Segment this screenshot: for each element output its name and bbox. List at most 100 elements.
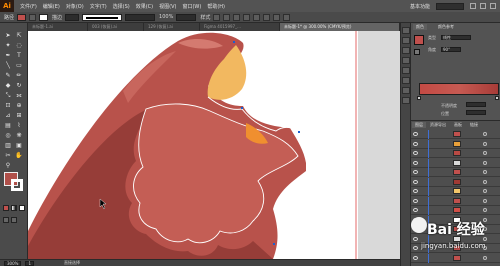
target-circle-icon[interactable] xyxy=(483,132,487,136)
visibility-eye-icon[interactable] xyxy=(413,189,418,193)
align-icon[interactable] xyxy=(233,13,241,21)
tab-asset-export[interactable]: 资源导出 xyxy=(427,122,449,128)
visibility-eye-icon[interactable] xyxy=(413,160,418,165)
transparency-panel-icon[interactable] xyxy=(402,87,410,94)
magic-wand-tool-icon[interactable]: ✦ xyxy=(4,42,12,49)
target-circle-icon[interactable] xyxy=(483,189,487,193)
perspective-tool-icon[interactable]: ⊿ xyxy=(4,112,12,119)
brush-definition-field[interactable] xyxy=(125,13,156,21)
target-circle-icon[interactable] xyxy=(483,151,487,155)
arrange-icon[interactable] xyxy=(263,13,271,21)
screen-mode-icon[interactable] xyxy=(11,217,17,223)
tab-document-active[interactable]: 未标题-1* @ 300.00% (CMYK/预览) xyxy=(280,23,400,31)
draw-mode-icon[interactable] xyxy=(3,217,9,223)
hand-tool-icon[interactable]: ✋ xyxy=(15,152,23,159)
line-tool-icon[interactable]: ╲ xyxy=(4,62,12,69)
anchor-point[interactable] xyxy=(298,131,300,133)
angle-field[interactable]: 90° xyxy=(441,47,461,52)
target-circle-icon[interactable] xyxy=(483,198,487,203)
fill-swatch-control[interactable] xyxy=(17,13,27,21)
stroke-weight-field[interactable] xyxy=(65,13,80,21)
menu-file[interactable]: 文件(F) xyxy=(20,3,37,10)
visibility-eye-icon[interactable] xyxy=(413,170,418,174)
appearance-panel-icon[interactable] xyxy=(402,97,410,104)
target-circle-icon[interactable] xyxy=(483,141,487,146)
maximize-icon[interactable] xyxy=(480,3,486,9)
eyedropper-tool-icon[interactable]: ⌇ xyxy=(15,122,23,129)
opacity-field[interactable] xyxy=(176,13,197,21)
reverse-gradient-icon[interactable] xyxy=(414,49,420,55)
gradient-slider[interactable] xyxy=(419,83,499,95)
tab-color[interactable]: 颜色 xyxy=(413,24,427,30)
transform-icon[interactable] xyxy=(243,13,251,21)
gradient-type-dropdown[interactable]: 线性 xyxy=(441,35,471,40)
visibility-eye-icon[interactable] xyxy=(413,198,418,203)
swatches-panel-icon[interactable] xyxy=(402,37,410,44)
visibility-eye-icon[interactable] xyxy=(413,151,418,155)
eraser-tool-icon[interactable]: ◆ xyxy=(4,82,12,89)
stroke-color-swatch[interactable] xyxy=(11,179,23,191)
gradient-stop-right[interactable] xyxy=(495,96,499,100)
tab-document-4[interactable]: Figma 4015997_... xyxy=(200,23,280,31)
type-tool-icon[interactable]: T xyxy=(15,52,23,59)
gradient-panel-icon[interactable] xyxy=(402,77,410,84)
tab-document-2[interactable]: 003 (恢复).ai xyxy=(88,23,144,31)
menu-select[interactable]: 选择(S) xyxy=(113,3,130,10)
target-circle-icon[interactable] xyxy=(483,179,487,184)
visibility-eye-icon[interactable] xyxy=(413,141,418,146)
opacity-field-panel[interactable] xyxy=(466,102,486,107)
artwork[interactable] xyxy=(28,31,400,259)
layer-row[interactable] xyxy=(411,149,500,158)
gradient-mode-icon[interactable] xyxy=(11,205,17,211)
zoom-tool-icon[interactable]: ⚲ xyxy=(4,162,12,169)
color-mode-icon[interactable] xyxy=(3,205,9,211)
symbols-panel-icon[interactable] xyxy=(402,57,410,64)
close-icon[interactable] xyxy=(490,3,496,9)
menu-window[interactable]: 窗口(W) xyxy=(182,3,201,10)
free-transform-tool-icon[interactable]: ⊡ xyxy=(4,102,12,109)
tab-artboards[interactable]: 画板 xyxy=(451,122,465,128)
app-logo[interactable]: Ai xyxy=(0,0,14,12)
tab-document-1[interactable]: 未标题-1.ai xyxy=(28,23,88,31)
anchor-point[interactable] xyxy=(233,41,235,43)
symbol-sprayer-tool-icon[interactable]: ❋ xyxy=(15,132,23,139)
rotate-tool-icon[interactable]: ↻ xyxy=(15,82,23,89)
isolate-icon[interactable] xyxy=(253,13,261,21)
layer-row[interactable] xyxy=(411,139,500,149)
slice-tool-icon[interactable]: ✂ xyxy=(4,152,12,159)
paintbrush-tool-icon[interactable]: ✎ xyxy=(4,72,12,79)
direct-selection-tool-icon[interactable]: ⇱ xyxy=(15,32,23,39)
artboard-tool-icon[interactable]: ▣ xyxy=(15,142,23,149)
tab-links[interactable]: 链接 xyxy=(467,122,481,128)
brushes-panel-icon[interactable] xyxy=(402,47,410,54)
stroke-profile-dropdown[interactable] xyxy=(82,13,123,21)
rectangle-tool-icon[interactable]: ▭ xyxy=(15,62,23,69)
fill-dropdown-icon[interactable] xyxy=(29,13,37,21)
tab-color-guide[interactable]: 颜色参考 xyxy=(435,24,457,30)
pencil-tool-icon[interactable]: ✏ xyxy=(15,72,23,79)
blend-tool-icon[interactable]: ◎ xyxy=(4,132,12,139)
column-graph-tool-icon[interactable]: ▥ xyxy=(4,142,12,149)
menu-help[interactable]: 帮助(H) xyxy=(207,3,225,10)
menu-view[interactable]: 视图(V) xyxy=(159,3,176,10)
layer-row[interactable] xyxy=(411,177,500,187)
location-field[interactable] xyxy=(466,110,486,115)
recolor-artwork-icon[interactable] xyxy=(223,13,231,21)
layer-row[interactable] xyxy=(411,187,500,196)
layer-row[interactable] xyxy=(411,168,500,177)
shape-builder-tool-icon[interactable]: ⊕ xyxy=(15,102,23,109)
more-options-icon[interactable] xyxy=(283,13,291,21)
layer-row[interactable] xyxy=(411,158,500,168)
scale-tool-icon[interactable]: ⤡ xyxy=(4,92,12,99)
width-tool-icon[interactable]: ⟗ xyxy=(15,92,23,99)
canvas-area[interactable] xyxy=(28,31,400,259)
minimize-icon[interactable] xyxy=(470,3,476,9)
search-field[interactable] xyxy=(436,2,464,10)
lasso-tool-icon[interactable]: ◌ xyxy=(15,42,23,49)
mesh-tool-icon[interactable]: ⊞ xyxy=(15,112,23,119)
gradient-preview-swatch[interactable] xyxy=(414,35,424,45)
color-panel-icon[interactable] xyxy=(402,27,410,34)
anchor-point[interactable] xyxy=(273,243,275,245)
target-circle-icon[interactable] xyxy=(483,170,487,174)
style-swatch[interactable] xyxy=(213,13,221,21)
